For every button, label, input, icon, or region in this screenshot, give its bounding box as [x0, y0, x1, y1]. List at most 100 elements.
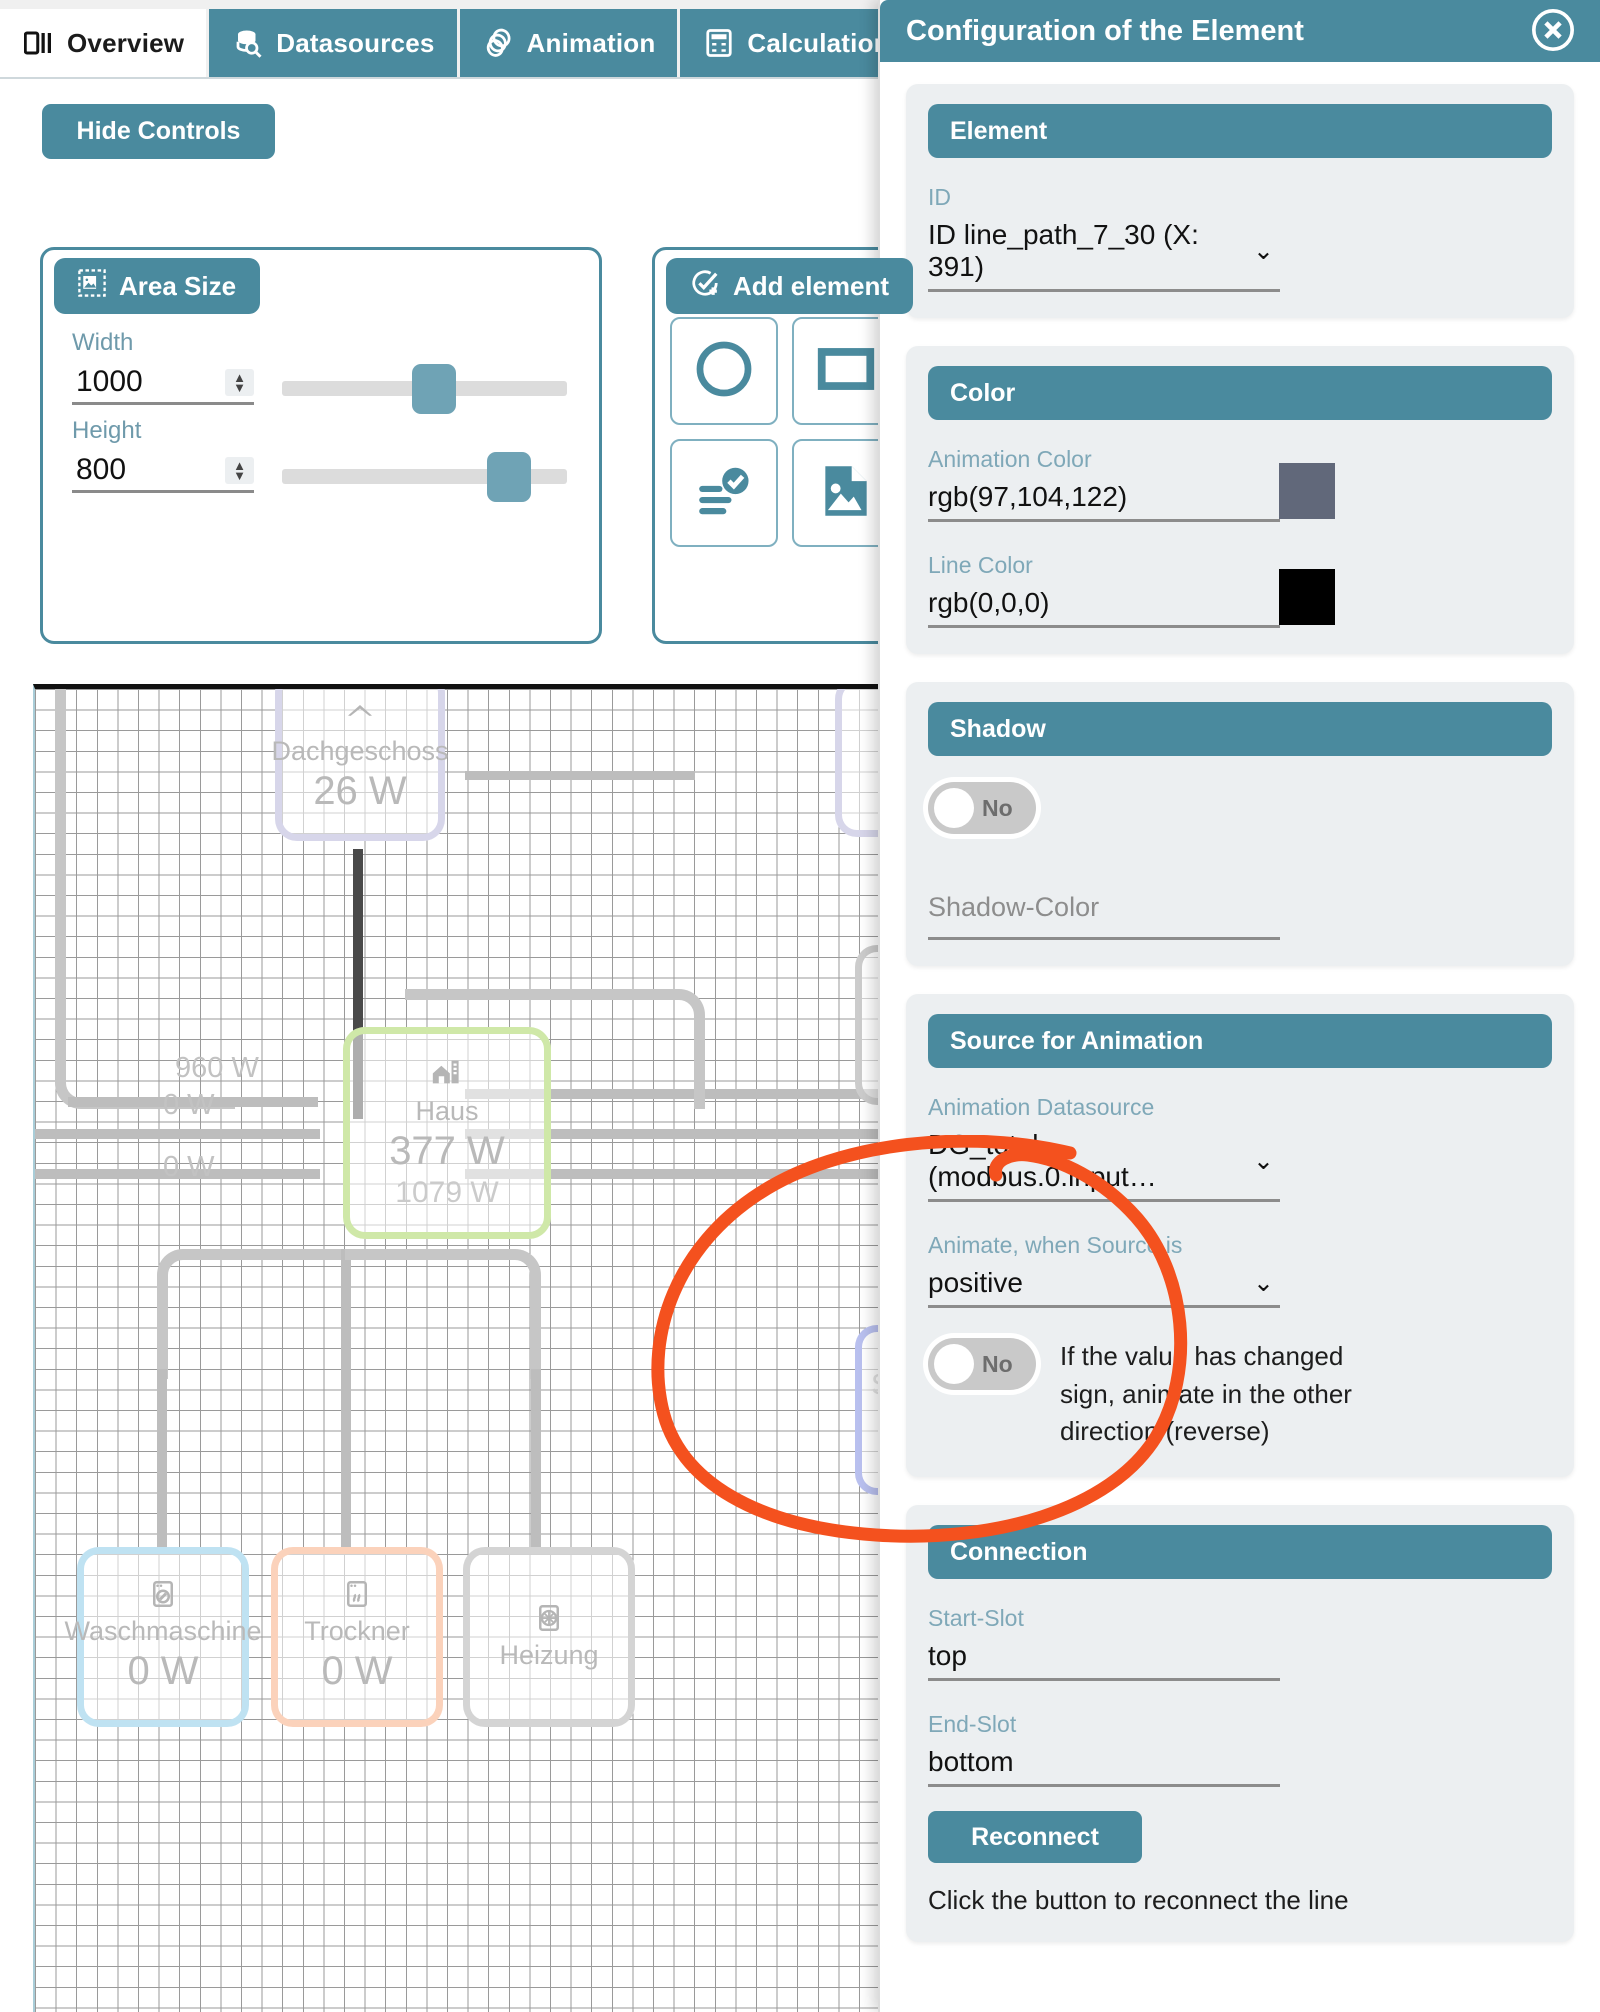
- shadow-color-input[interactable]: Shadow-Color: [928, 892, 1280, 940]
- shadow-section-heading: Shadow: [928, 702, 1552, 756]
- shadow-section: Shadow No Shadow-Color: [906, 682, 1574, 966]
- element-id-field: ID ID line_path_7_30 (X: 391) ⌄: [928, 184, 1552, 292]
- circle-shape-button[interactable]: [670, 317, 778, 425]
- layout-columns-icon: [22, 26, 56, 60]
- canvas-node-dachgeschoss[interactable]: Dachgeschoss 26 W: [271, 689, 449, 841]
- chevron-down-icon: ⌄: [1253, 1147, 1274, 1175]
- image-frame-icon: [78, 268, 106, 304]
- reconnect-hint: Click the button to reconnect the line: [928, 1885, 1349, 1916]
- end-slot-value: bottom: [928, 1746, 1014, 1778]
- chevron-down-icon: ⌄: [1253, 237, 1274, 265]
- animation-datasource-label: Animation Datasource: [928, 1094, 1155, 1120]
- width-label: Width: [72, 329, 134, 356]
- calculator-icon: [702, 26, 736, 60]
- chevron-down-icon: ▼: [233, 467, 246, 483]
- element-section-heading: Element: [928, 104, 1552, 158]
- shadow-toggle-value: No: [982, 794, 1013, 821]
- hide-controls-button[interactable]: Hide Controls: [42, 104, 275, 159]
- animation-color-input[interactable]: rgb(97,104,122): [928, 463, 1335, 522]
- height-label: Height: [72, 417, 142, 444]
- connection-section: Connection Start-Slot top End-Slot botto…: [906, 1505, 1574, 1943]
- list-check-icon: [693, 460, 755, 527]
- canvas-node-waschmaschine-name: Waschmaschine: [64, 1615, 262, 1646]
- canvas-node-dachgeschoss-value: 26 W: [313, 769, 407, 814]
- width-stepper[interactable]: ▲ ▼: [225, 368, 254, 396]
- tab-datasources[interactable]: Datasources: [209, 9, 460, 77]
- height-slider-knob[interactable]: [487, 452, 531, 502]
- add-element-legend-label: Add element: [733, 270, 890, 301]
- end-slot-label: End-Slot: [928, 1711, 1017, 1738]
- animate-when-label: Animate, when Source is: [928, 1232, 1183, 1258]
- line-color-swatch[interactable]: [1279, 569, 1335, 625]
- config-panel-header: Configuration of the Element: [880, 0, 1600, 62]
- animate-when-value: positive: [928, 1267, 1023, 1298]
- source-section-heading: Source for Animation: [928, 1014, 1552, 1068]
- heater-fan-icon: [534, 1603, 564, 1638]
- element-id-select[interactable]: ID line_path_7_30 (X: 391) ⌄: [928, 219, 1280, 292]
- animation-color-swatch[interactable]: [1279, 463, 1335, 519]
- tab-datasources-label: Datasources: [276, 27, 435, 58]
- tab-overview[interactable]: Overview: [0, 9, 210, 77]
- reverse-animation-description: If the value has changed sign, animate i…: [1060, 1341, 1352, 1447]
- element-id-value: ID line_path_7_30 (X: 391): [928, 219, 1199, 282]
- canvas-node-heizung-name: Heizung: [499, 1639, 599, 1670]
- animation-color-field: Animation Color rgb(97,104,122): [928, 446, 1552, 522]
- height-slider[interactable]: [282, 452, 567, 502]
- image-icon: [815, 460, 877, 527]
- width-value: 1000: [76, 365, 143, 398]
- start-slot-label: Start-Slot: [928, 1605, 1024, 1632]
- line-color-input[interactable]: rgb(0,0,0): [928, 569, 1335, 628]
- wire-down-heizung: [531, 1369, 541, 1549]
- tab-animation-label: Animation: [526, 27, 656, 58]
- wire-label-960: 960 W: [175, 1052, 259, 1084]
- check-circle-plus-icon: [690, 268, 720, 305]
- canvas-node-waschmaschine-value: 0 W: [127, 1649, 199, 1694]
- animation-datasource-value: DG_total (modbus.0.input…: [928, 1129, 1157, 1192]
- width-input[interactable]: 1000 ▲ ▼: [72, 365, 254, 405]
- circle-shape-icon: [693, 338, 755, 405]
- height-value: 800: [76, 453, 127, 486]
- color-section-heading: Color: [928, 366, 1552, 420]
- element-configuration-panel: Configuration of the Element Element ID …: [878, 0, 1600, 2012]
- connection-section-heading: Connection: [928, 1525, 1552, 1580]
- canvas-node-trockner[interactable]: Trockner 0 W: [271, 1547, 443, 1727]
- washing-machine-icon: [148, 1579, 178, 1614]
- height-field: Height 800 ▲ ▼: [72, 419, 254, 493]
- width-slider[interactable]: [282, 364, 567, 414]
- start-slot-value: top: [928, 1640, 967, 1672]
- area-size-legend-label: Area Size: [119, 270, 237, 301]
- height-input[interactable]: 800 ▲ ▼: [72, 453, 254, 493]
- close-circle-icon[interactable]: [1530, 7, 1578, 55]
- animation-color-label: Animation Color: [928, 446, 1092, 472]
- house-icon: [430, 1055, 464, 1094]
- rectangle-shape-icon: [815, 338, 877, 405]
- diagram-canvas[interactable]: 960 W 0 W 0 W S Dachgeschoss 26 W: [33, 684, 891, 2012]
- canvas-node-haus-value: 377 W: [389, 1129, 505, 1174]
- start-slot-input[interactable]: top: [928, 1640, 1280, 1682]
- shadow-color-placeholder: Shadow-Color: [928, 892, 1100, 922]
- area-size-legend: Area Size: [54, 258, 261, 314]
- animation-datasource-select[interactable]: DG_total (modbus.0.input… ⌄: [928, 1129, 1280, 1202]
- animate-when-select[interactable]: positive ⌄: [928, 1267, 1280, 1308]
- config-panel-title: Configuration of the Element: [906, 14, 1304, 47]
- dryer-icon: [342, 1579, 372, 1614]
- list-check-button[interactable]: [670, 439, 778, 547]
- end-slot-input[interactable]: bottom: [928, 1746, 1280, 1788]
- animate-when-field: Animate, when Source is positive ⌄: [928, 1232, 1552, 1308]
- height-stepper[interactable]: ▲ ▼: [225, 456, 254, 484]
- canvas-node-heizung[interactable]: Heizung: [463, 1547, 635, 1727]
- canvas-node-haus[interactable]: Haus 377 W 1079 W: [343, 1027, 551, 1239]
- element-section: Element ID ID line_path_7_30 (X: 391) ⌄: [906, 84, 1574, 318]
- wire-elbow-heizung: [345, 1249, 541, 1379]
- chevron-down-icon: ⌄: [1253, 1269, 1274, 1297]
- reverse-animation-toggle[interactable]: No: [928, 1338, 1036, 1390]
- width-field: Width 1000 ▲ ▼: [72, 331, 254, 405]
- reconnect-button[interactable]: Reconnect: [928, 1811, 1142, 1864]
- canvas-node-waschmaschine[interactable]: Waschmaschine 0 W: [64, 1547, 262, 1727]
- width-slider-knob[interactable]: [412, 364, 456, 414]
- tab-overview-label: Overview: [67, 27, 185, 58]
- shadow-toggle[interactable]: No: [928, 782, 1036, 834]
- color-section: Color Animation Color rgb(97,104,122) Li…: [906, 346, 1574, 654]
- tab-animation[interactable]: Animation: [459, 9, 681, 77]
- reverse-toggle-value: No: [982, 1350, 1013, 1377]
